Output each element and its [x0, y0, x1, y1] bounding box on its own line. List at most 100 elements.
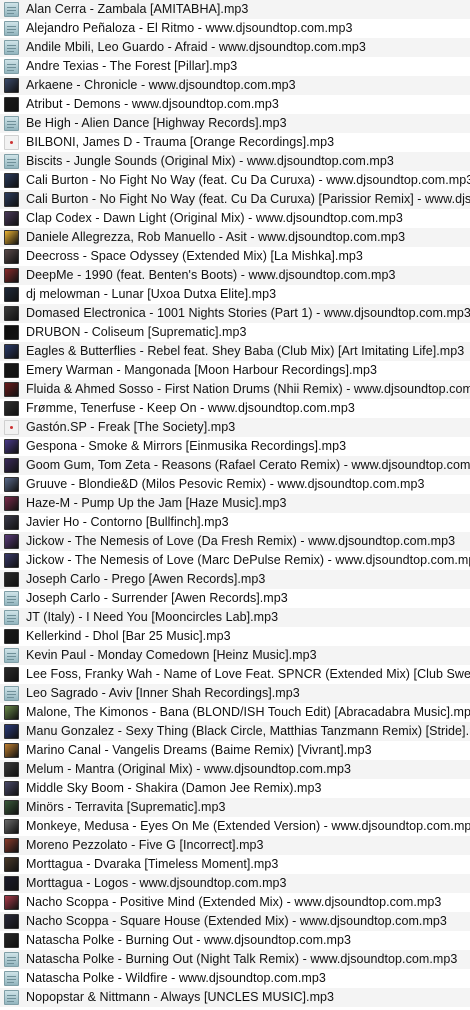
- generic-audio-icon: [4, 40, 19, 55]
- file-row[interactable]: Kevin Paul - Monday Comedown [Heinz Musi…: [0, 646, 470, 665]
- file-row[interactable]: Gruuve - Blondie&D (Milos Pesovic Remix)…: [0, 475, 470, 494]
- file-row[interactable]: Melum - Mantra (Original Mix) - www.djso…: [0, 760, 470, 779]
- file-name: Joseph Carlo - Surrender [Awen Records].…: [26, 591, 288, 605]
- file-name: Fluida & Ahmed Sosso - First Nation Drum…: [26, 382, 470, 396]
- file-name: Leo Sagrado - Aviv [Inner Shah Recording…: [26, 686, 300, 700]
- file-name: DRUBON - Coliseum [Suprematic].mp3: [26, 325, 247, 339]
- file-row[interactable]: Leo Sagrado - Aviv [Inner Shah Recording…: [0, 684, 470, 703]
- file-row[interactable]: Alan Cerra - Zambala [AMITABHA].mp3: [0, 0, 470, 19]
- file-row[interactable]: Monkeye, Medusa - Eyes On Me (Extended V…: [0, 817, 470, 836]
- file-name: Morttagua - Dvaraka [Timeless Moment].mp…: [26, 857, 279, 871]
- file-row[interactable]: DeepMe - 1990 (feat. Benten's Boots) - w…: [0, 266, 470, 285]
- file-name: Biscits - Jungle Sounds (Original Mix) -…: [26, 154, 394, 168]
- file-row[interactable]: Frømme, Tenerfuse - Keep On - www.djsoun…: [0, 399, 470, 418]
- white-art-icon: [4, 135, 19, 150]
- file-name: Morttagua - Logos - www.djsoundtop.com.m…: [26, 876, 287, 890]
- file-row[interactable]: JT (Italy) - I Need You [Mooncircles Lab…: [0, 608, 470, 627]
- file-row[interactable]: Deecross - Space Odyssey (Extended Mix) …: [0, 247, 470, 266]
- album-art-icon: [4, 496, 19, 511]
- file-row[interactable]: Fluida & Ahmed Sosso - First Nation Drum…: [0, 380, 470, 399]
- file-row[interactable]: Gastón.SP - Freak [The Society].mp3: [0, 418, 470, 437]
- file-row[interactable]: Haze-M - Pump Up the Jam [Haze Music].mp…: [0, 494, 470, 513]
- file-name: Gespona - Smoke & Mirrors [Einmusika Rec…: [26, 439, 347, 453]
- file-row[interactable]: Javier Ho - Contorno [Bullfinch].mp3: [0, 513, 470, 532]
- album-art-icon: [4, 724, 19, 739]
- file-row[interactable]: BILBONI, James D - Trauma [Orange Record…: [0, 133, 470, 152]
- album-art-icon: [4, 173, 19, 188]
- file-row[interactable]: Nopopstar & Nittmann - Always [UNCLES MU…: [0, 988, 470, 1007]
- file-name: Jickow - The Nemesis of Love (Marc DePul…: [26, 553, 470, 567]
- album-art-icon: [4, 800, 19, 815]
- file-name: Eagles & Butterflies - Rebel feat. Shey …: [26, 344, 465, 358]
- file-row[interactable]: Joseph Carlo - Prego [Awen Records].mp3: [0, 570, 470, 589]
- file-row[interactable]: Clap Codex - Dawn Light (Original Mix) -…: [0, 209, 470, 228]
- file-row[interactable]: Atribut - Demons - www.djsoundtop.com.mp…: [0, 95, 470, 114]
- white-art-icon: [4, 420, 19, 435]
- file-name: Manu Gonzalez - Sexy Thing (Black Circle…: [26, 724, 470, 738]
- generic-audio-icon: [4, 971, 19, 986]
- album-art-icon: [4, 287, 19, 302]
- album-art-icon: [4, 439, 19, 454]
- album-art-icon: [4, 230, 19, 245]
- file-row[interactable]: Domased Electronica - 1001 Nights Storie…: [0, 304, 470, 323]
- file-name: Nacho Scoppa - Positive Mind (Extended M…: [26, 895, 442, 909]
- file-name: Alejandro Peñaloza - El Ritmo - www.djso…: [26, 21, 353, 35]
- album-art-icon: [4, 325, 19, 340]
- file-name: Kellerkind - Dhol [Bar 25 Music].mp3: [26, 629, 231, 643]
- album-art-icon: [4, 211, 19, 226]
- file-row[interactable]: Nacho Scoppa - Positive Mind (Extended M…: [0, 893, 470, 912]
- file-row[interactable]: Joseph Carlo - Surrender [Awen Records].…: [0, 589, 470, 608]
- file-name: Malone, The Kimonos - Bana (BLOND/ISH To…: [26, 705, 470, 719]
- file-name: Nacho Scoppa - Square House (Extended Mi…: [26, 914, 447, 928]
- file-row[interactable]: Kellerkind - Dhol [Bar 25 Music].mp3: [0, 627, 470, 646]
- file-row[interactable]: dj melowman - Lunar [Uxoa Dutxa Elite].m…: [0, 285, 470, 304]
- file-row[interactable]: Goom Gum, Tom Zeta - Reasons (Rafael Cer…: [0, 456, 470, 475]
- file-row[interactable]: Cali Burton - No Fight No Way (feat. Cu …: [0, 171, 470, 190]
- file-row[interactable]: Daniele Allegrezza, Rob Manuello - Asit …: [0, 228, 470, 247]
- album-art-icon: [4, 382, 19, 397]
- file-row[interactable]: Morttagua - Logos - www.djsoundtop.com.m…: [0, 874, 470, 893]
- file-name: Moreno Pezzolato - Five G [Incorrect].mp…: [26, 838, 264, 852]
- file-row[interactable]: Gespona - Smoke & Mirrors [Einmusika Rec…: [0, 437, 470, 456]
- file-row[interactable]: Nacho Scoppa - Square House (Extended Mi…: [0, 912, 470, 931]
- generic-audio-icon: [4, 648, 19, 663]
- file-row[interactable]: Natascha Polke - Wildfire - www.djsoundt…: [0, 969, 470, 988]
- file-row[interactable]: Arkaene - Chronicle - www.djsoundtop.com…: [0, 76, 470, 95]
- file-row[interactable]: Middle Sky Boom - Shakira (Damon Jee Rem…: [0, 779, 470, 798]
- file-row[interactable]: Be High - Alien Dance [Highway Records].…: [0, 114, 470, 133]
- file-row[interactable]: Malone, The Kimonos - Bana (BLOND/ISH To…: [0, 703, 470, 722]
- file-name: Daniele Allegrezza, Rob Manuello - Asit …: [26, 230, 406, 244]
- file-name: dj melowman - Lunar [Uxoa Dutxa Elite].m…: [26, 287, 277, 301]
- file-row[interactable]: Biscits - Jungle Sounds (Original Mix) -…: [0, 152, 470, 171]
- file-row[interactable]: Moreno Pezzolato - Five G [Incorrect].mp…: [0, 836, 470, 855]
- file-row[interactable]: DRUBON - Coliseum [Suprematic].mp3: [0, 323, 470, 342]
- file-row[interactable]: Eagles & Butterflies - Rebel feat. Shey …: [0, 342, 470, 361]
- file-name: DeepMe - 1990 (feat. Benten's Boots) - w…: [26, 268, 396, 282]
- album-art-icon: [4, 534, 19, 549]
- album-art-icon: [4, 477, 19, 492]
- album-art-icon: [4, 876, 19, 891]
- file-row[interactable]: Lee Foss, Franky Wah - Name of Love Feat…: [0, 665, 470, 684]
- file-row[interactable]: Alejandro Peñaloza - El Ritmo - www.djso…: [0, 19, 470, 38]
- album-art-icon: [4, 705, 19, 720]
- file-name: Melum - Mantra (Original Mix) - www.djso…: [26, 762, 352, 776]
- file-name: Domased Electronica - 1001 Nights Storie…: [26, 306, 470, 320]
- file-row[interactable]: Natascha Polke - Burning Out - www.djsou…: [0, 931, 470, 950]
- file-row[interactable]: Natascha Polke - Burning Out (Night Talk…: [0, 950, 470, 969]
- file-row[interactable]: Andre Texias - The Forest [Pillar].mp3: [0, 57, 470, 76]
- file-row[interactable]: Jickow - The Nemesis of Love (Marc DePul…: [0, 551, 470, 570]
- file-row[interactable]: Manu Gonzalez - Sexy Thing (Black Circle…: [0, 722, 470, 741]
- file-row[interactable]: Morttagua - Dvaraka [Timeless Moment].mp…: [0, 855, 470, 874]
- file-row[interactable]: Minörs - Terravita [Suprematic].mp3: [0, 798, 470, 817]
- file-row[interactable]: Jickow - The Nemesis of Love (Da Fresh R…: [0, 532, 470, 551]
- file-name: Lee Foss, Franky Wah - Name of Love Feat…: [26, 667, 470, 681]
- file-row[interactable]: Emery Warman - Mangonada [Moon Harbour R…: [0, 361, 470, 380]
- file-name: Alan Cerra - Zambala [AMITABHA].mp3: [26, 2, 249, 16]
- generic-audio-icon: [4, 952, 19, 967]
- file-row[interactable]: Andile Mbili, Leo Guardo - Afraid - www.…: [0, 38, 470, 57]
- album-art-icon: [4, 895, 19, 910]
- file-row[interactable]: Cali Burton - No Fight No Way (feat. Cu …: [0, 190, 470, 209]
- file-row[interactable]: Marino Canal - Vangelis Dreams (Baime Re…: [0, 741, 470, 760]
- file-name: Arkaene - Chronicle - www.djsoundtop.com…: [26, 78, 296, 92]
- album-art-icon: [4, 97, 19, 112]
